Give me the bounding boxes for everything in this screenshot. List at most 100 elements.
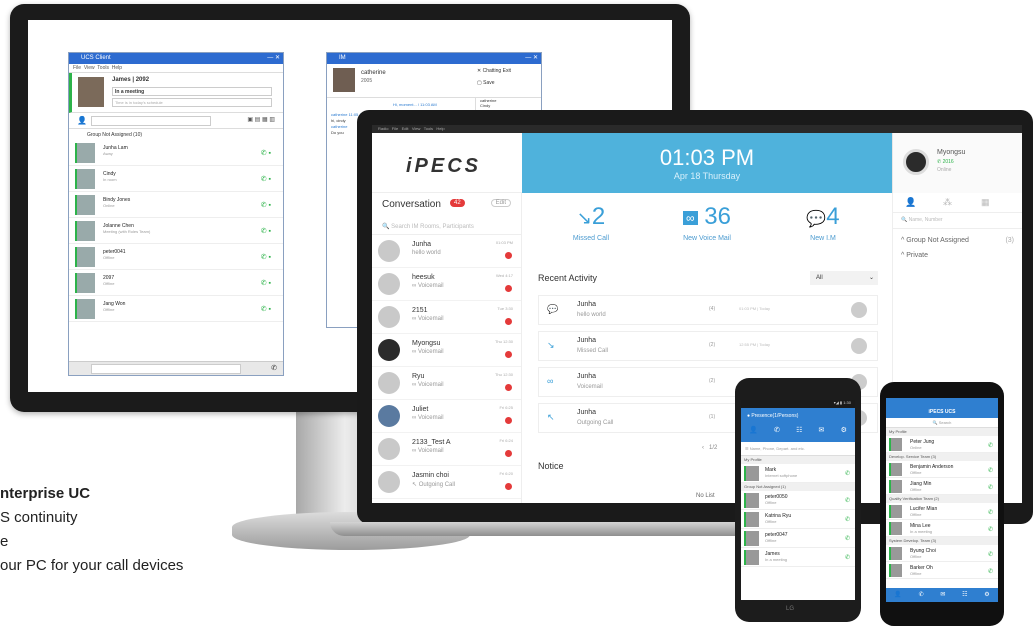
pagination[interactable]: ‹ 1/2 bbox=[702, 445, 717, 451]
status-message-input[interactable]: Time is in today's schedule bbox=[112, 98, 272, 107]
contact-row[interactable]: Bindy Jones Online ✆ ▪ bbox=[69, 192, 283, 218]
new-im-stat[interactable]: 💬4 New I.M bbox=[768, 203, 878, 242]
call-tab-icon[interactable]: ✆ bbox=[774, 426, 780, 442]
contact-row[interactable]: James In a meeting ✆ bbox=[741, 548, 855, 567]
contact-row[interactable]: Jang Won Offline ✆ ▪ bbox=[69, 296, 283, 322]
status-select[interactable]: In a meeting bbox=[112, 87, 272, 96]
messages-tab-icon[interactable]: ✉ bbox=[819, 426, 825, 442]
user-card[interactable]: Myongsu ✆ 2016 Online bbox=[892, 133, 1022, 193]
missed-call-stat[interactable]: ↘2 Missed Call bbox=[536, 203, 646, 242]
conversation-item[interactable]: Jasmin choi ↖ Outgoing Call Fri 6:20 bbox=[372, 466, 521, 499]
close-icon[interactable]: — ✕ bbox=[525, 53, 538, 64]
group-icon[interactable]: ⁂ bbox=[943, 197, 952, 208]
group-header[interactable]: My Profile bbox=[886, 428, 998, 436]
conversation-item[interactable]: Myongsu ∞ Voicemail Thu 12:30 bbox=[372, 334, 521, 367]
contact-row[interactable]: Barker Oh Offline ✆ bbox=[886, 562, 998, 579]
call-tab-icon[interactable]: ✆ bbox=[919, 588, 924, 602]
phone-icon[interactable]: ✆ bbox=[988, 442, 993, 449]
dial-input[interactable] bbox=[91, 364, 241, 374]
phone-icon[interactable]: ✆ bbox=[988, 551, 993, 558]
contact-row[interactable]: Peter Jung Online ✆ bbox=[886, 436, 998, 453]
menu-view[interactable]: View bbox=[84, 65, 95, 71]
contact-row[interactable]: Benjamin Anderson Offline ✆ bbox=[886, 461, 998, 478]
menu-view[interactable]: View bbox=[412, 126, 421, 131]
phone-search[interactable]: 🔍 Search bbox=[886, 418, 998, 428]
grid-icon[interactable]: ▦ bbox=[981, 197, 990, 208]
menu-tools[interactable]: Tools bbox=[97, 65, 109, 71]
phone-icon[interactable]: ✆ ▪ bbox=[261, 279, 271, 287]
phone-icon[interactable]: ✆ ▪ bbox=[261, 149, 271, 157]
group-header[interactable]: Develop. Service Team (3) bbox=[886, 453, 998, 461]
search-input[interactable] bbox=[91, 116, 211, 126]
phone-icon[interactable]: ✆ bbox=[845, 535, 850, 542]
phone-icon[interactable]: ✆ ▪ bbox=[261, 175, 271, 183]
contact-row[interactable]: Katrina Ryu Offline ✆ bbox=[741, 510, 855, 529]
call-log-tab-icon[interactable]: ☷ bbox=[962, 588, 967, 602]
phone-icon[interactable]: ✆ bbox=[845, 516, 850, 523]
settings-tab-icon[interactable]: ⚙ bbox=[841, 426, 847, 442]
menu-tools[interactable]: Tools bbox=[424, 126, 433, 131]
phone-icon[interactable]: ✆ bbox=[988, 467, 993, 474]
phone-icon[interactable]: ✆ bbox=[271, 364, 277, 372]
group-item[interactable]: ^ Group Not Assigned (3) bbox=[893, 229, 1022, 244]
phone-icon[interactable]: ✆ bbox=[988, 509, 993, 516]
activity-item[interactable]: ↘ Junha Missed Call (2) 12:55 PM | Today bbox=[538, 331, 878, 361]
conversation-item[interactable]: Juliet ∞ Voicemail Fri 6:25 bbox=[372, 400, 521, 433]
phone-icon[interactable]: ✆ bbox=[988, 568, 993, 575]
voicemail-stat[interactable]: ∞ 36 New Voice Mail bbox=[652, 203, 762, 242]
group-item[interactable]: ^ Private bbox=[893, 244, 1022, 259]
group-header[interactable]: Quality Verification Team (2) bbox=[886, 495, 998, 503]
presence-tab-icon[interactable]: 👤 bbox=[749, 426, 758, 442]
phone-icon[interactable]: ✆ bbox=[845, 470, 850, 477]
messages-tab-icon[interactable]: ✉ bbox=[940, 588, 945, 602]
conversation-item[interactable]: 2133_Test A ∞ Voicemail Fri 6:24 bbox=[372, 433, 521, 466]
presence-tab-icon[interactable]: 👤 bbox=[894, 588, 901, 602]
contacts-search[interactable]: 🔍 Name, Number bbox=[893, 213, 1022, 229]
phone-icon[interactable]: ✆ ▪ bbox=[261, 305, 271, 313]
phone-lg-search[interactable]: ☰ Name, Phone, Depart. and etc. bbox=[741, 442, 855, 456]
contact-row[interactable]: Byung Choi Offline ✆ bbox=[886, 545, 998, 562]
menu-file[interactable]: File bbox=[392, 126, 398, 131]
my-profile-row[interactable]: Mark Internet softphone ✆ bbox=[741, 464, 855, 483]
contact-row[interactable]: peter0047 Offline ✆ bbox=[741, 529, 855, 548]
call-log-tab-icon[interactable]: ☷ bbox=[796, 426, 802, 442]
phone-icon[interactable]: ✆ ▪ bbox=[261, 227, 271, 235]
phone-icon[interactable]: ✆ bbox=[988, 526, 993, 533]
group-header[interactable]: System Develop. Team (3) bbox=[886, 537, 998, 545]
menu-radio[interactable]: Radio bbox=[378, 126, 388, 131]
close-icon[interactable]: — ✕ bbox=[267, 53, 280, 64]
phone-icon[interactable]: ✆ bbox=[845, 497, 850, 504]
phone-icon[interactable]: ✆ ▪ bbox=[261, 253, 271, 261]
contact-row[interactable]: Lucifer Mian Offline ✆ bbox=[886, 503, 998, 520]
contact-row[interactable]: Cindy In room ✆ ▪ bbox=[69, 166, 283, 192]
menu-help[interactable]: Help bbox=[436, 126, 444, 131]
edit-button[interactable]: Edit bbox=[490, 199, 511, 207]
toolbar-icons[interactable]: ▣ ▤ ▦ ▥ bbox=[247, 116, 275, 123]
conversation-item[interactable]: 2151 ∞ Voicemail Tue 3:30 bbox=[372, 301, 521, 334]
conversation-item[interactable]: heesuk ∞ Voicemail Wed 4:17 bbox=[372, 268, 521, 301]
contact-row[interactable]: peter0041 Offline ✆ ▪ bbox=[69, 244, 283, 270]
contact-row[interactable]: 2097 Offline ✆ ▪ bbox=[69, 270, 283, 296]
phone-icon[interactable]: ✆ bbox=[988, 484, 993, 491]
contact-row[interactable]: Mina Lee In a meeting ✆ bbox=[886, 520, 998, 537]
ucs-client-window[interactable]: UCS Client — ✕ File View Tools Help Jame… bbox=[68, 52, 284, 376]
save-button[interactable]: ▢ Save bbox=[477, 80, 495, 86]
phone-icon[interactable]: ✆ bbox=[845, 554, 850, 561]
conversation-item[interactable]: Ryu ∞ Voicemail Thu 12:30 bbox=[372, 367, 521, 400]
activity-item[interactable]: 💬 Junha hello world (4) 01:03 PM | Today bbox=[538, 295, 878, 325]
phone-icon[interactable]: ✆ ▪ bbox=[261, 201, 271, 209]
chat-titlebar[interactable]: IM — ✕ bbox=[327, 53, 541, 64]
group-header[interactable]: Group Not Assigned (10) bbox=[69, 129, 283, 140]
contact-row[interactable]: Junha Lam Away ✆ ▪ bbox=[69, 140, 283, 166]
menu-file[interactable]: File bbox=[73, 65, 81, 71]
conversation-item[interactable]: Junha hello world 01:03 PM bbox=[372, 235, 521, 268]
menu-edit[interactable]: Edit bbox=[402, 126, 409, 131]
user-icon[interactable]: 👤 bbox=[77, 116, 87, 125]
contact-row[interactable]: Jiang Min Offline ✆ bbox=[886, 478, 998, 495]
activity-filter-select[interactable]: All ⌄ bbox=[810, 271, 878, 285]
settings-tab-icon[interactable]: ⚙ bbox=[984, 588, 989, 602]
user-icon[interactable]: 👤 bbox=[905, 197, 916, 208]
menu-help[interactable]: Help bbox=[112, 65, 122, 71]
contact-row[interactable]: Jolanne Chen Meeting (with Roles Team) ✆ ▪ bbox=[69, 218, 283, 244]
conversation-search[interactable]: 🔍 Search IM Rooms, Participants bbox=[372, 219, 521, 235]
